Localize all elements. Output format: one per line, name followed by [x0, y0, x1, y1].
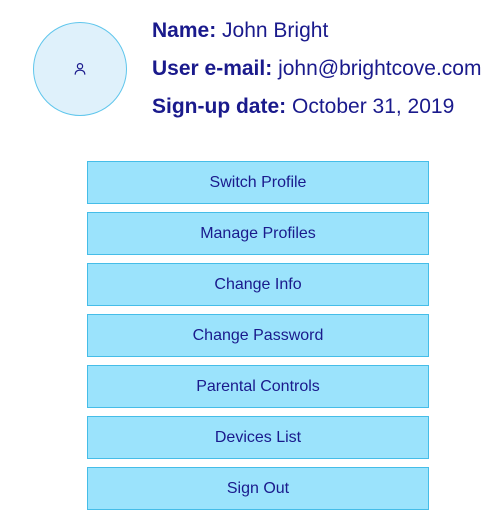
account-menu: Switch Profile Manage Profiles Change In…	[87, 161, 429, 510]
devices-list-button[interactable]: Devices List	[87, 416, 429, 459]
switch-profile-button[interactable]: Switch Profile	[87, 161, 429, 204]
profile-signup-row: Sign-up date: October 31, 2019	[152, 88, 497, 126]
name-label: Name:	[152, 19, 217, 42]
avatar	[33, 22, 127, 116]
signup-date-label: Sign-up date:	[152, 95, 287, 118]
profile-info: Name: John Bright User e-mail: john@brig…	[152, 12, 497, 126]
email-value: john@brightcove.com	[278, 57, 482, 80]
signup-date-value: October 31, 2019	[292, 95, 455, 118]
change-info-button[interactable]: Change Info	[87, 263, 429, 306]
sign-out-button[interactable]: Sign Out	[87, 467, 429, 510]
profile-email-row: User e-mail: john@brightcove.com	[152, 50, 497, 88]
change-password-button[interactable]: Change Password	[87, 314, 429, 357]
user-icon	[74, 62, 86, 75]
profile-name-row: Name: John Bright	[152, 12, 497, 50]
email-label: User e-mail:	[152, 57, 273, 80]
parental-controls-button[interactable]: Parental Controls	[87, 365, 429, 408]
name-value: John Bright	[222, 19, 329, 42]
manage-profiles-button[interactable]: Manage Profiles	[87, 212, 429, 255]
